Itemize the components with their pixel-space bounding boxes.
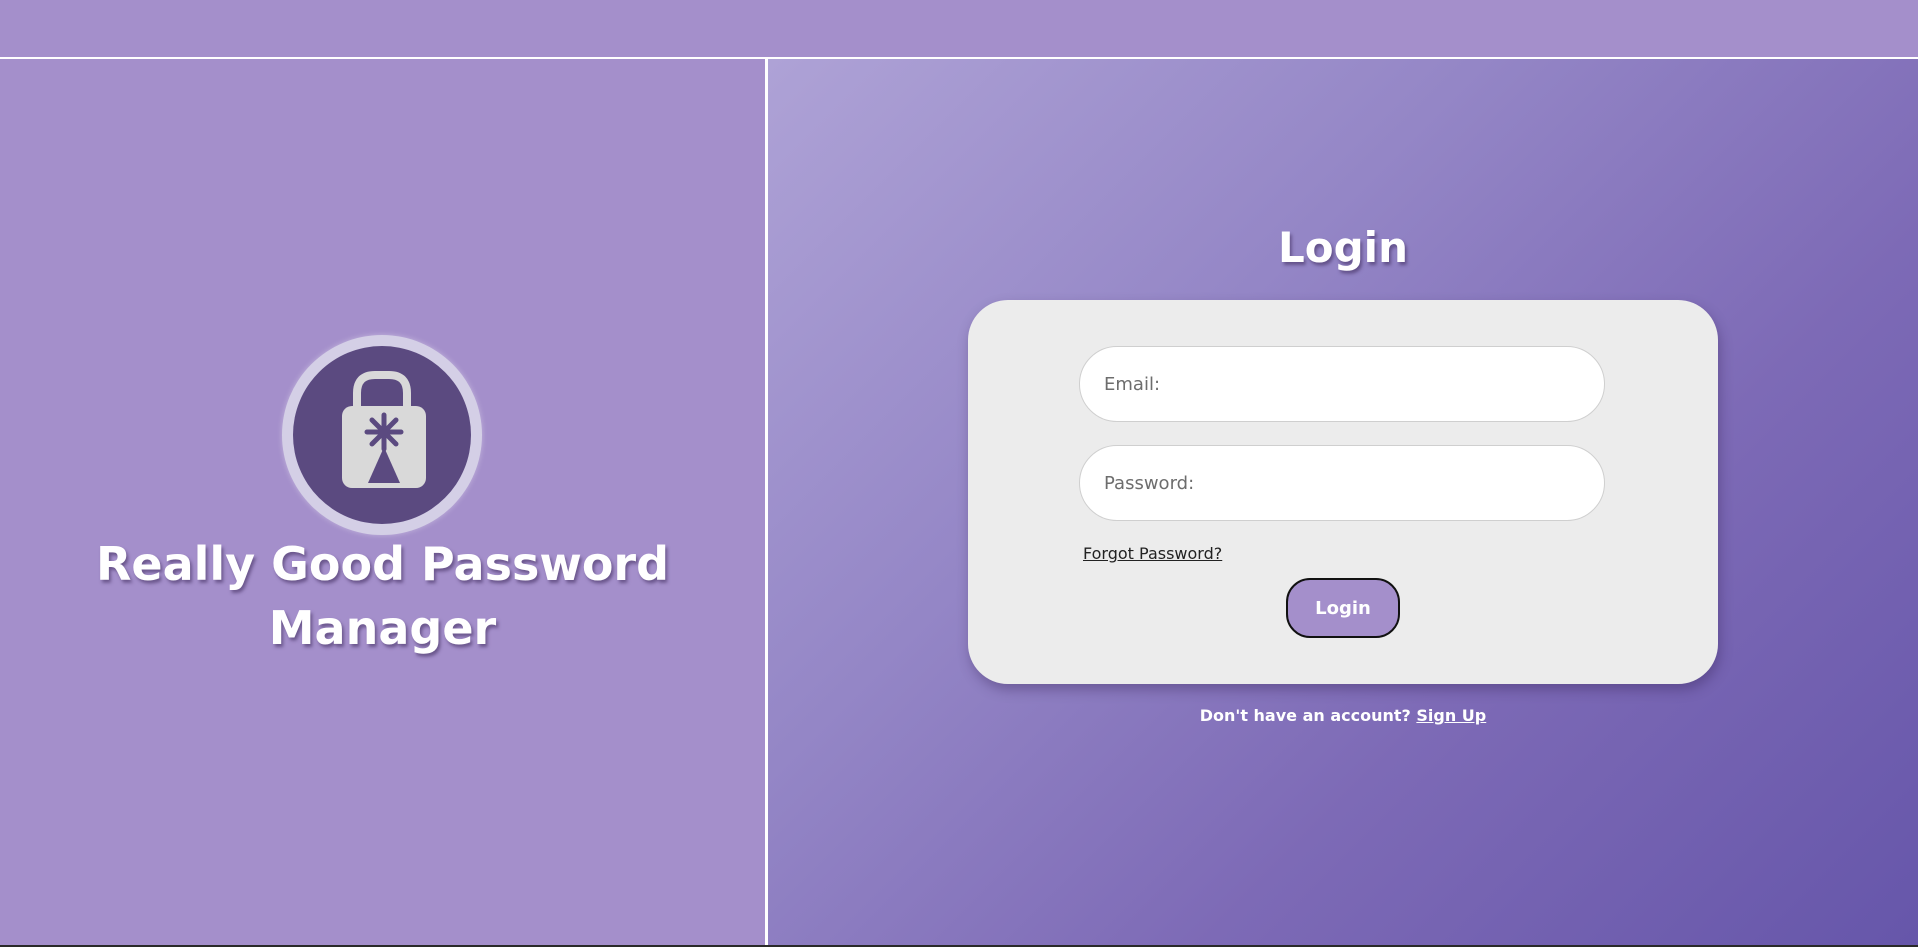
forgot-password-link[interactable]: Forgot Password? — [1083, 544, 1222, 563]
app-logo — [282, 335, 482, 535]
login-card: Forgot Password? Login — [968, 300, 1718, 684]
email-field[interactable] — [1079, 346, 1605, 422]
signup-link[interactable]: Sign Up — [1416, 706, 1486, 725]
signup-line: Don't have an account? Sign Up — [1150, 706, 1536, 725]
login-button[interactable]: Login — [1286, 578, 1400, 638]
top-bar — [0, 0, 1918, 59]
password-field[interactable] — [1079, 445, 1605, 521]
brand-title: Really Good Password Manager — [95, 537, 670, 655]
padlock-icon — [342, 371, 426, 488]
login-heading: Login — [1278, 223, 1408, 272]
signup-prompt: Don't have an account? — [1199, 706, 1411, 725]
